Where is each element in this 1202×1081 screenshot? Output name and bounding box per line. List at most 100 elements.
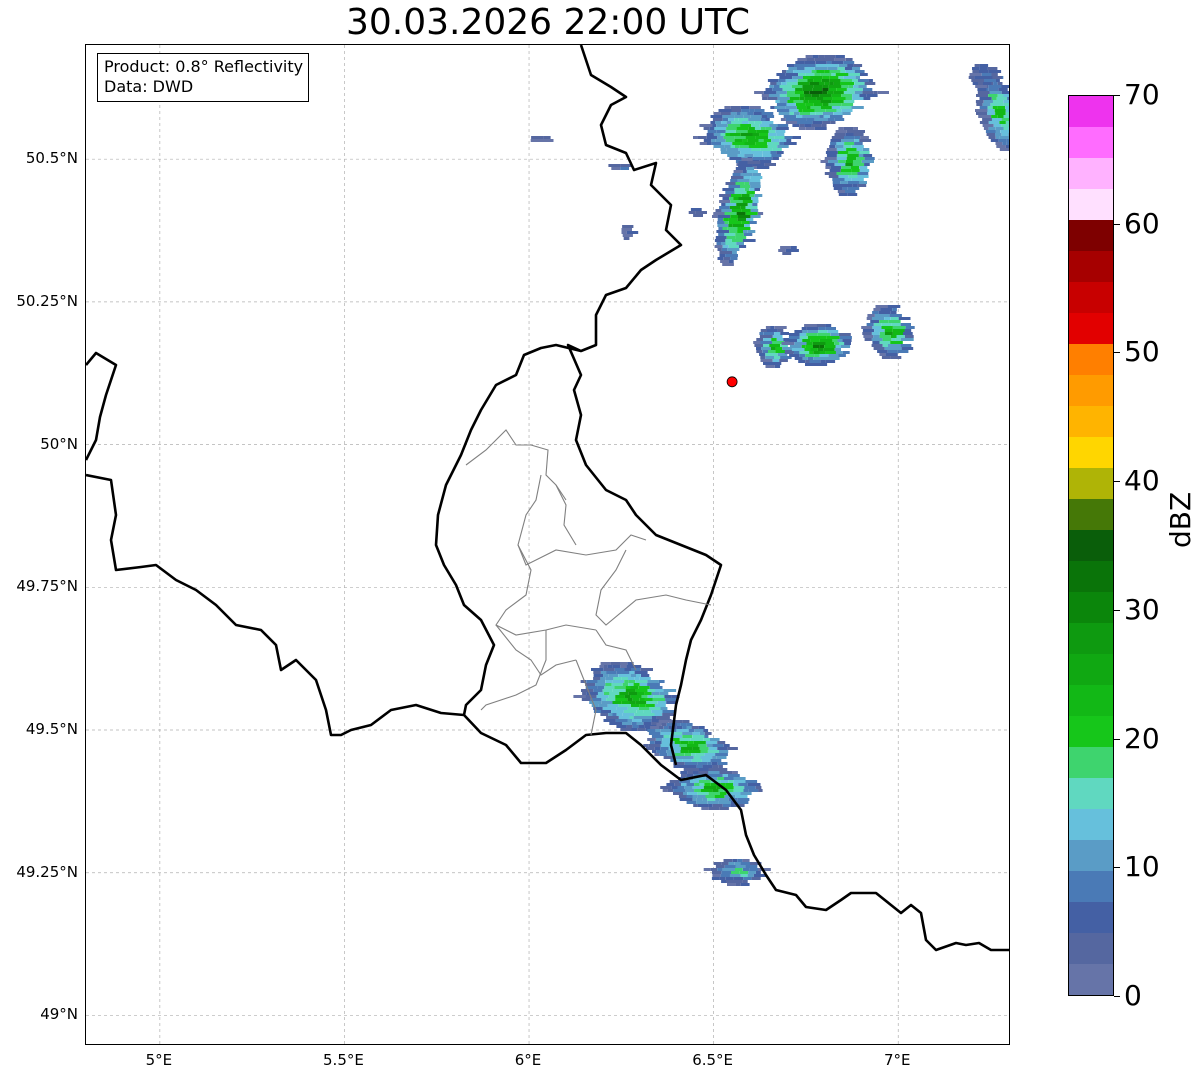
radar-echo-pixel — [610, 662, 621, 665]
radar-echo-pixel — [805, 345, 813, 348]
radar-echo-pixel — [802, 357, 808, 360]
radar-echo-pixel — [758, 789, 763, 792]
radar-echo-pixel — [834, 342, 840, 345]
radar-echo-pixel — [755, 786, 762, 789]
radar-echo-pixel — [1001, 124, 1009, 127]
radar-echo-pixel — [774, 365, 781, 368]
radar-echo-pixel — [742, 880, 748, 883]
radar-echo-pixel — [680, 741, 689, 744]
radar-echo-pixel — [633, 716, 646, 719]
radar-echo-pixel — [770, 82, 777, 85]
radar-echo-pixel — [778, 249, 786, 252]
radar-echo-pixel — [836, 109, 842, 112]
radar-echo-pixel — [765, 118, 770, 121]
radar-echo-pixel — [803, 91, 810, 94]
radar-echo-pixel — [678, 795, 687, 798]
radar-echo-pixel — [735, 865, 746, 868]
radar-echo-pixel — [682, 726, 687, 729]
radar-echo-pixel — [694, 729, 704, 732]
radar-echo-pixel — [692, 795, 698, 798]
radar-echo-pixel — [698, 744, 707, 747]
radar-echo-pixel — [872, 341, 880, 344]
radar-echo-pixel — [697, 795, 706, 798]
radar-map[interactable] — [86, 45, 1009, 1044]
radar-echo-pixel — [652, 716, 657, 719]
radar-echo-pixel — [647, 680, 659, 683]
radar-echo-pixel — [854, 142, 863, 145]
radar-echo-pixel — [707, 801, 719, 804]
radar-echo-pixel — [749, 868, 758, 871]
radar-echo-pixel — [905, 326, 915, 329]
radar-echo-pixel — [763, 338, 772, 341]
radar-echo-pixel — [854, 70, 865, 73]
radar-echo-pixel — [816, 97, 823, 100]
radar-echo-pixel — [651, 719, 660, 722]
radar-echo-pixel — [637, 728, 646, 731]
radar-echo-pixel — [734, 118, 739, 121]
radar-echo-pixel — [975, 109, 988, 112]
radar-echo-pixel — [727, 248, 740, 251]
radar-echo-pixel — [759, 335, 773, 338]
radar-echo-pixel — [858, 154, 864, 157]
radar-echo-pixel — [825, 342, 834, 345]
radar-echo-pixel — [802, 339, 811, 342]
radar-echo-pixel — [791, 94, 800, 97]
radar-echo-pixel — [735, 233, 744, 236]
radar-echo-pixel — [728, 218, 738, 221]
radar-echo-pixel — [768, 350, 776, 353]
radar-echo-pixel — [665, 698, 677, 701]
radar-echo-pixel — [825, 324, 832, 327]
radar-echo-pixel — [761, 115, 767, 118]
radar-echo-pixel — [722, 197, 730, 200]
radar-echo-pixel — [853, 85, 859, 88]
radar-echo-pixel — [710, 738, 720, 741]
radar-echo-pixel — [682, 720, 690, 723]
radar-echo-pixel — [835, 73, 849, 76]
radar-echo-pixel — [734, 862, 741, 865]
map-panel[interactable] — [85, 44, 1010, 1045]
radar-echo-pixel — [767, 79, 778, 82]
radar-echo-pixel — [776, 82, 782, 85]
radar-echo-pixel — [736, 212, 746, 215]
radar-echo-pixel — [851, 166, 860, 169]
radar-echo-pixel — [753, 154, 763, 157]
radar-echo-pixel — [788, 67, 797, 70]
radar-echo-pixel — [862, 148, 870, 151]
radar-echo-pixel — [841, 85, 849, 88]
radar-echo-pixel — [892, 329, 905, 332]
radar-echo-pixel — [777, 329, 784, 332]
radar-echo-pixel — [839, 342, 845, 345]
colorbar-segment — [1069, 188, 1113, 220]
radar-echo-pixel — [852, 184, 858, 187]
radar-echo-pixel — [857, 79, 869, 82]
radar-echo-pixel — [756, 338, 764, 341]
radar-echo-pixel — [687, 771, 693, 774]
radar-echo-pixel — [845, 97, 852, 100]
radar-echo-pixel — [994, 109, 1006, 112]
radar-echo-pixel — [863, 154, 873, 157]
radar-echo-pixel — [853, 127, 858, 130]
radar-echo-pixel — [805, 354, 815, 357]
radar-echo-pixel — [809, 351, 814, 354]
radar-echo-pixel — [729, 874, 741, 877]
radar-echo-pixel — [710, 121, 716, 124]
radar-echo-pixel — [794, 118, 807, 121]
radar-echo-pixel — [863, 97, 871, 100]
radar-echo-pixel — [797, 121, 806, 124]
radar-echo-pixel — [829, 70, 841, 73]
colorbar-tick-label: 40 — [1124, 464, 1160, 498]
radar-echo-pixel — [701, 759, 711, 762]
radar-echo-pixel — [837, 190, 845, 193]
radar-echo-pixel — [700, 756, 712, 759]
radar-echo-pixel — [601, 698, 607, 701]
radar-echo-pixel — [776, 103, 787, 106]
radar-echo-pixel — [680, 750, 689, 753]
radar-echo-pixel — [896, 335, 905, 338]
radar-echo-pixel — [756, 347, 762, 350]
colorbar-tick-label: 10 — [1124, 850, 1160, 884]
radar-echo-pixel — [701, 807, 709, 810]
radar-echo-pixel — [812, 88, 823, 91]
radar-echo-pixel — [813, 357, 823, 360]
radar-echo-pixel — [980, 67, 988, 70]
radar-echo-pixel — [750, 185, 761, 188]
